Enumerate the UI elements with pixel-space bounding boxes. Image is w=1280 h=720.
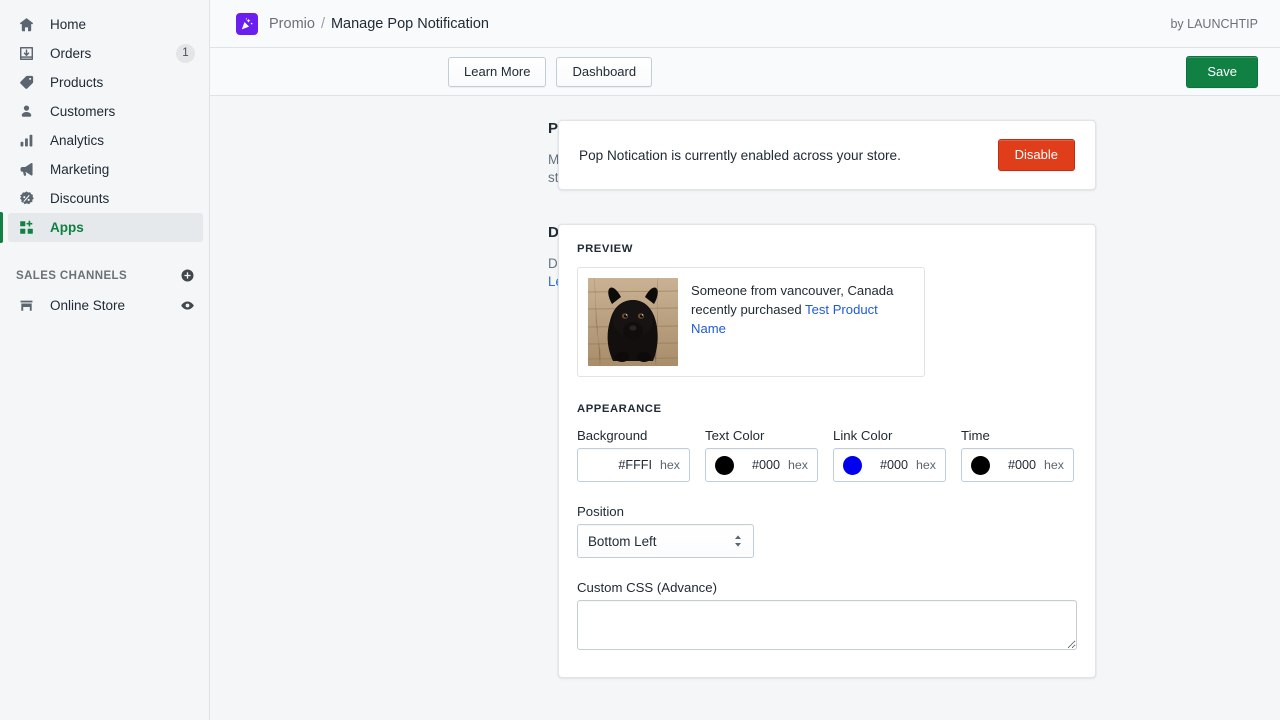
text-color-input[interactable]: #000 hex xyxy=(705,448,818,482)
field-background: Background #FFFI hex xyxy=(577,428,690,482)
sidebar-item-home[interactable]: Home xyxy=(8,10,203,39)
appearance-group: APPEARANCE Background #FFFI hex Text Col… xyxy=(577,403,1077,655)
hex-value: #000 xyxy=(751,458,781,472)
field-link-color: Link Color #000 hex xyxy=(833,428,946,482)
custom-css-textarea[interactable] xyxy=(577,600,1077,650)
status-section-label: Pop Notification Status Manage Pop Notif… xyxy=(210,120,797,190)
hex-value: #000 xyxy=(1007,458,1037,472)
design-card: PREVIEW Someone from vancouver, Canada r… xyxy=(558,224,1096,678)
party-popper-icon xyxy=(236,12,258,35)
design-card-wrap: PREVIEW Someone from vancouver, Canada r… xyxy=(558,224,1096,678)
sidebar-item-orders[interactable]: Orders 1 xyxy=(8,39,203,68)
design-section: Design Design settings for Pop notificat… xyxy=(210,224,1280,678)
sidebar-item-label: Orders xyxy=(50,46,92,61)
field-label: Background xyxy=(577,428,648,443)
sidebar-item-online-store[interactable]: Online Store xyxy=(8,291,203,320)
color-swatch-icon[interactable] xyxy=(587,455,606,475)
background-color-input[interactable]: #FFFI hex xyxy=(577,448,690,482)
time-color-input[interactable]: #000 hex xyxy=(961,448,1074,482)
sidebar-item-label: Online Store xyxy=(50,298,126,313)
field-text-color: Text Color #000 hex xyxy=(705,428,818,482)
link-color-input[interactable]: #000 hex xyxy=(833,448,946,482)
app-byline: by LAUNCHTIP xyxy=(1170,16,1258,31)
sidebar-item-label: Customers xyxy=(50,104,116,119)
sidebar-item-analytics[interactable]: Analytics xyxy=(8,126,203,155)
status-message: Pop Notication is currently enabled acro… xyxy=(579,147,901,163)
hex-suffix: hex xyxy=(1044,458,1064,472)
hex-suffix: hex xyxy=(660,458,680,472)
status-card-wrap: Pop Notication is currently enabled acro… xyxy=(558,120,1096,190)
hex-suffix: hex xyxy=(916,458,936,472)
position-select[interactable]: Bottom Left xyxy=(577,524,754,558)
chevron-updown-icon xyxy=(733,533,743,549)
custom-css-group: Custom CSS (Advance) xyxy=(577,580,1077,655)
discounts-percent-icon xyxy=(16,189,36,209)
orders-count-badge: 1 xyxy=(176,44,195,63)
sidebar-item-label: Marketing xyxy=(50,162,110,177)
design-section-label: Design Design settings for Pop notificat… xyxy=(210,224,761,678)
dashboard-button[interactable]: Dashboard xyxy=(556,56,653,87)
home-icon xyxy=(16,15,36,35)
sales-channels-title: SALES CHANNELS xyxy=(16,269,128,282)
field-time-color: Time #000 hex xyxy=(961,428,1074,482)
sidebar: Home Orders 1 Products Customers Analyti… xyxy=(0,0,210,720)
field-label: Time xyxy=(961,428,990,443)
learn-more-button[interactable]: Learn More xyxy=(448,56,547,87)
store-icon xyxy=(16,296,36,316)
top-bar: Promio / Manage Pop Notification by LAUN… xyxy=(210,0,1280,48)
action-bar: Learn More Dashboard Save xyxy=(210,48,1280,96)
breadcrumb-current: Manage Pop Notification xyxy=(330,15,489,32)
color-fields: Background #FFFI hex Text Color #000 hex… xyxy=(577,428,1077,482)
hex-value: #FFFI xyxy=(618,458,653,472)
sidebar-item-label: Apps xyxy=(50,220,84,235)
preview-label: PREVIEW xyxy=(577,243,633,255)
preview-message: Someone from vancouver, Canada recently … xyxy=(678,278,914,366)
sales-channels-header: SALES CHANNELS xyxy=(16,268,195,283)
orders-icon xyxy=(16,44,36,64)
products-tag-icon xyxy=(16,73,36,93)
breadcrumb-separator: / xyxy=(320,15,325,32)
color-swatch-icon[interactable] xyxy=(715,455,734,475)
sidebar-item-label: Products xyxy=(50,75,104,90)
plus-circle-icon[interactable] xyxy=(180,268,195,283)
customers-person-icon xyxy=(16,102,36,122)
main-area: Promio / Manage Pop Notification by LAUN… xyxy=(210,0,1280,720)
sidebar-item-label: Analytics xyxy=(50,133,105,148)
field-label: Text Color xyxy=(705,428,765,443)
sidebar-item-discounts[interactable]: Discounts xyxy=(8,184,203,213)
status-section: Pop Notification Status Manage Pop Notif… xyxy=(210,120,1280,190)
color-swatch-icon[interactable] xyxy=(971,455,990,475)
breadcrumb: Promio / Manage Pop Notification xyxy=(269,16,489,32)
position-selected-value: Bottom Left xyxy=(588,533,657,549)
sidebar-item-label: Discounts xyxy=(50,191,110,206)
preview-product-image xyxy=(588,278,678,366)
hex-value: #000 xyxy=(879,458,909,472)
marketing-megaphone-icon xyxy=(16,160,36,180)
custom-css-label: Custom CSS (Advance) xyxy=(577,580,717,595)
apps-grid-icon xyxy=(16,218,36,238)
analytics-bars-icon xyxy=(16,131,36,151)
sidebar-item-apps[interactable]: Apps xyxy=(0,212,203,243)
sidebar-item-products[interactable]: Products xyxy=(8,68,203,97)
hex-suffix: hex xyxy=(788,458,808,472)
app-root: Home Orders 1 Products Customers Analyti… xyxy=(0,0,1280,720)
appearance-label: APPEARANCE xyxy=(577,403,662,415)
breadcrumb-parent[interactable]: Promio xyxy=(269,16,315,32)
notification-preview: Someone from vancouver, Canada recently … xyxy=(577,267,925,377)
status-card: Pop Notication is currently enabled acro… xyxy=(558,120,1096,190)
position-label: Position xyxy=(577,504,624,519)
color-swatch-icon[interactable] xyxy=(843,455,862,475)
sidebar-item-label: Home xyxy=(50,17,87,32)
field-label: Link Color xyxy=(833,428,893,443)
content-scroll-area[interactable]: Pop Notification Status Manage Pop Notif… xyxy=(210,96,1280,720)
eye-icon[interactable] xyxy=(180,298,195,313)
save-button[interactable]: Save xyxy=(1186,55,1258,88)
sidebar-item-customers[interactable]: Customers xyxy=(8,97,203,126)
disable-button[interactable]: Disable xyxy=(997,139,1075,171)
sidebar-item-marketing[interactable]: Marketing xyxy=(8,155,203,184)
position-group: Position Bottom Left xyxy=(577,504,1077,558)
